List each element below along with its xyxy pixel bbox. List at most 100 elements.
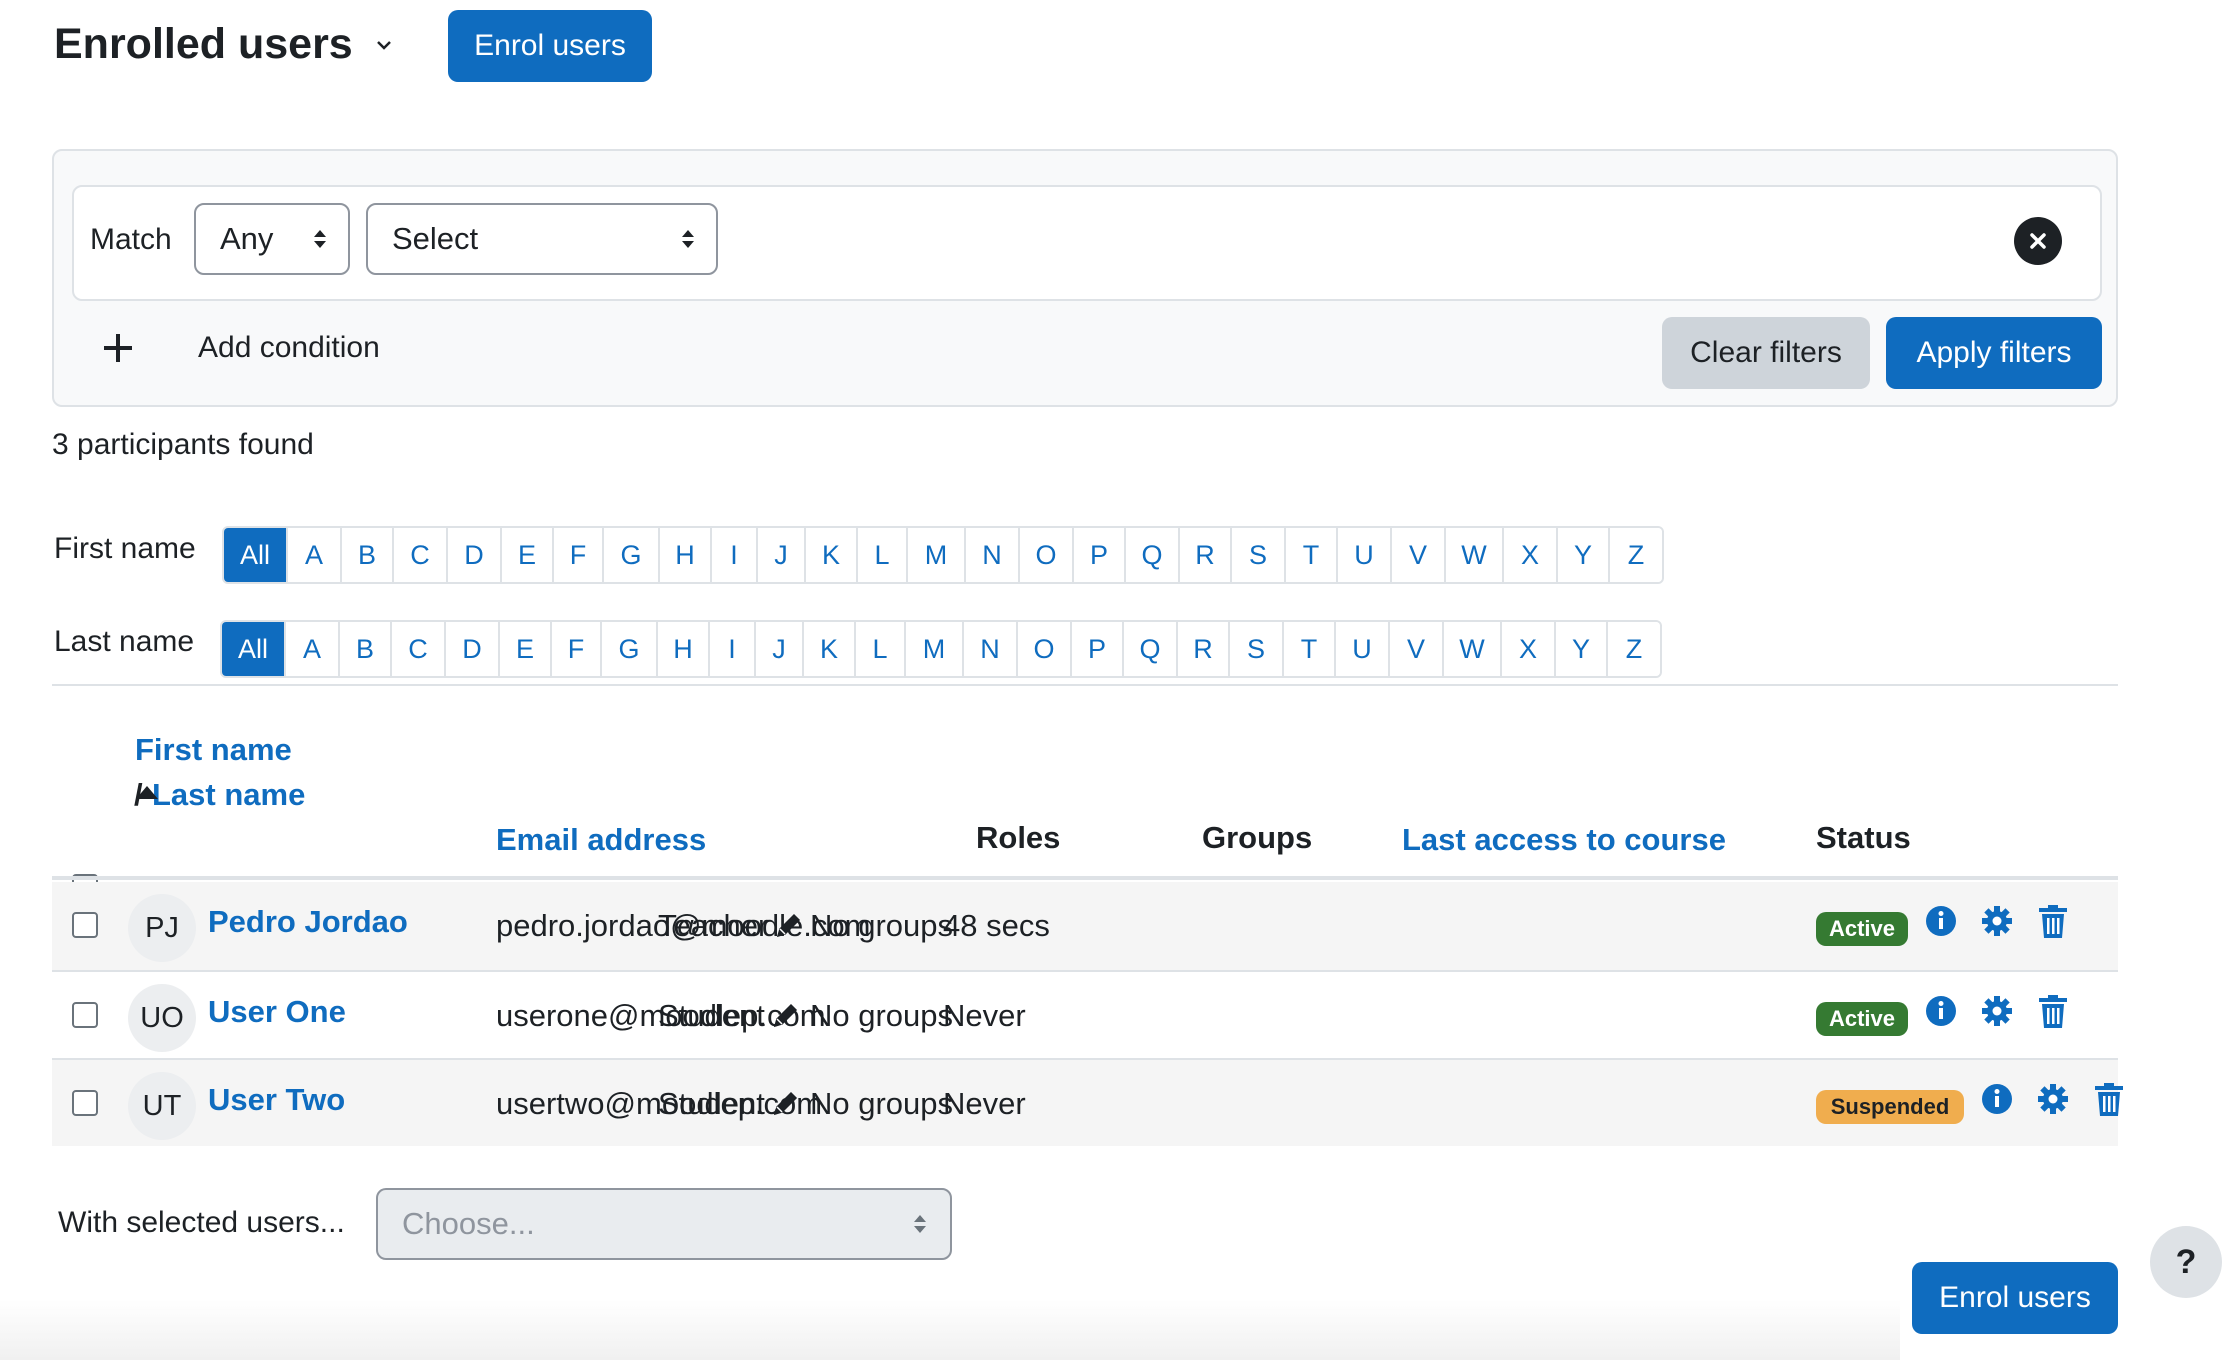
first-name-initials-bar: All A B C D E F G H I J K L M N O P Q R S T U V W X Y Z	[222, 526, 1664, 584]
chevron-down-icon[interactable]	[373, 34, 395, 56]
last-name-initial-z[interactable]: Z	[1608, 622, 1660, 676]
email-sort-link[interactable]: Email address	[496, 822, 706, 858]
first-name-initial-k[interactable]: K	[806, 528, 858, 582]
last-name-initial-e[interactable]: E	[500, 622, 552, 676]
first-name-sort-link[interactable]: First name	[135, 732, 292, 768]
first-name-initial-u[interactable]: U	[1338, 528, 1392, 582]
bottom-fade	[0, 1300, 1900, 1360]
last-name-initial-s[interactable]: S	[1230, 622, 1284, 676]
last-name-initial-a[interactable]: A	[286, 622, 340, 676]
remove-condition-icon[interactable]	[2014, 217, 2062, 265]
first-name-initial-s[interactable]: S	[1232, 528, 1286, 582]
role-text: Student	[658, 998, 765, 1033]
table-header-border	[52, 876, 2118, 880]
row-select-checkbox[interactable]	[72, 1090, 98, 1116]
enrol-users-button-bottom[interactable]: Enrol users	[1912, 1262, 2118, 1334]
info-icon[interactable]	[1980, 1082, 2014, 1118]
gear-icon[interactable]	[2036, 1082, 2070, 1118]
first-name-initial-w[interactable]: W	[1446, 528, 1504, 582]
trash-icon[interactable]	[2036, 994, 2070, 1030]
first-name-initial-y[interactable]: Y	[1558, 528, 1610, 582]
last-name-initial-d[interactable]: D	[446, 622, 500, 676]
first-name-initial-c[interactable]: C	[394, 528, 448, 582]
first-name-initial-a[interactable]: A	[288, 528, 342, 582]
last-name-initial-l[interactable]: L	[856, 622, 906, 676]
last-name-initial-w[interactable]: W	[1444, 622, 1502, 676]
row-select-checkbox[interactable]	[72, 1002, 98, 1028]
gear-icon[interactable]	[1980, 994, 2014, 1030]
last-name-initial-t[interactable]: T	[1284, 622, 1336, 676]
first-name-initial-m[interactable]: M	[908, 528, 966, 582]
first-name-initial-f[interactable]: F	[554, 528, 604, 582]
enrol-users-button-top[interactable]: Enrol users	[448, 10, 652, 82]
first-name-initial-t[interactable]: T	[1286, 528, 1338, 582]
match-label: Match	[90, 223, 172, 256]
info-icon[interactable]	[1924, 994, 1958, 1030]
last-name-initial-g[interactable]: G	[602, 622, 658, 676]
page-title[interactable]: Enrolled users	[54, 20, 395, 69]
last-name-initial-v[interactable]: V	[1390, 622, 1444, 676]
first-name-initial-x[interactable]: X	[1504, 528, 1558, 582]
first-name-initial-q[interactable]: Q	[1126, 528, 1180, 582]
last-name-initial-h[interactable]: H	[658, 622, 710, 676]
with-selected-label: With selected users...	[58, 1206, 345, 1239]
user-name-link[interactable]: Pedro Jordao	[208, 904, 408, 940]
groups-cell: No groups	[810, 1086, 954, 1121]
first-name-initial-o[interactable]: O	[1020, 528, 1074, 582]
last-name-initial-j[interactable]: J	[756, 622, 804, 676]
info-icon[interactable]	[1924, 904, 1958, 940]
last-name-initial-u[interactable]: U	[1336, 622, 1390, 676]
role-text: Student	[658, 1086, 765, 1121]
status-badge: Active	[1816, 1002, 1908, 1036]
last-name-sort-link[interactable]: Last name	[152, 777, 305, 813]
first-name-initial-j[interactable]: J	[758, 528, 806, 582]
first-name-initial-n[interactable]: N	[966, 528, 1020, 582]
last-name-initial-b[interactable]: B	[340, 622, 392, 676]
bulk-action-select[interactable]: Choose...	[376, 1188, 952, 1260]
first-name-initial-z[interactable]: Z	[1610, 528, 1662, 582]
first-name-initial-g[interactable]: G	[604, 528, 660, 582]
add-condition-button[interactable]: Add condition	[104, 331, 380, 365]
row-select-checkbox[interactable]	[72, 912, 98, 938]
match-select[interactable]: Any	[194, 203, 350, 275]
last-name-initial-f[interactable]: F	[552, 622, 602, 676]
last-name-initial-k[interactable]: K	[804, 622, 856, 676]
first-name-initial-r[interactable]: R	[1180, 528, 1232, 582]
first-name-initial-i[interactable]: I	[712, 528, 758, 582]
clear-filters-button[interactable]: Clear filters	[1662, 317, 1870, 389]
user-name-link[interactable]: User Two	[208, 1082, 345, 1118]
plus-icon	[104, 334, 132, 362]
gear-icon[interactable]	[1980, 904, 2014, 940]
edit-role-icon[interactable]	[771, 1088, 801, 1118]
user-name-link[interactable]: User One	[208, 994, 346, 1030]
help-button[interactable]: ?	[2150, 1226, 2222, 1298]
last-name-initial-r[interactable]: R	[1178, 622, 1230, 676]
first-name-initial-d[interactable]: D	[448, 528, 502, 582]
last-name-initial-all[interactable]: All	[222, 622, 286, 676]
first-name-initial-all[interactable]: All	[224, 528, 288, 582]
first-name-initial-v[interactable]: V	[1392, 528, 1446, 582]
last-name-initial-m[interactable]: M	[906, 622, 964, 676]
last-access-sort-link[interactable]: Last access to course	[1402, 822, 1726, 858]
last-name-initial-y[interactable]: Y	[1556, 622, 1608, 676]
condition-type-select[interactable]: Select	[366, 203, 718, 275]
last-name-initial-o[interactable]: O	[1018, 622, 1072, 676]
first-name-initial-l[interactable]: L	[858, 528, 908, 582]
last-name-initials-label: Last name	[54, 625, 195, 658]
last-name-initial-q[interactable]: Q	[1124, 622, 1178, 676]
first-name-initial-h[interactable]: H	[660, 528, 712, 582]
last-name-initial-i[interactable]: I	[710, 622, 756, 676]
first-name-initial-e[interactable]: E	[502, 528, 554, 582]
last-name-initial-n[interactable]: N	[964, 622, 1018, 676]
apply-filters-button[interactable]: Apply filters	[1886, 317, 2102, 389]
last-name-initial-c[interactable]: C	[392, 622, 446, 676]
trash-icon[interactable]	[2036, 904, 2070, 940]
first-name-initial-p[interactable]: P	[1074, 528, 1126, 582]
edit-role-icon[interactable]	[774, 910, 804, 940]
last-name-initial-p[interactable]: P	[1072, 622, 1124, 676]
trash-icon[interactable]	[2092, 1082, 2126, 1118]
first-name-initial-b[interactable]: B	[342, 528, 394, 582]
last-access-cell: 48 secs	[943, 908, 1050, 943]
last-name-initial-x[interactable]: X	[1502, 622, 1556, 676]
edit-role-icon[interactable]	[771, 1000, 801, 1030]
